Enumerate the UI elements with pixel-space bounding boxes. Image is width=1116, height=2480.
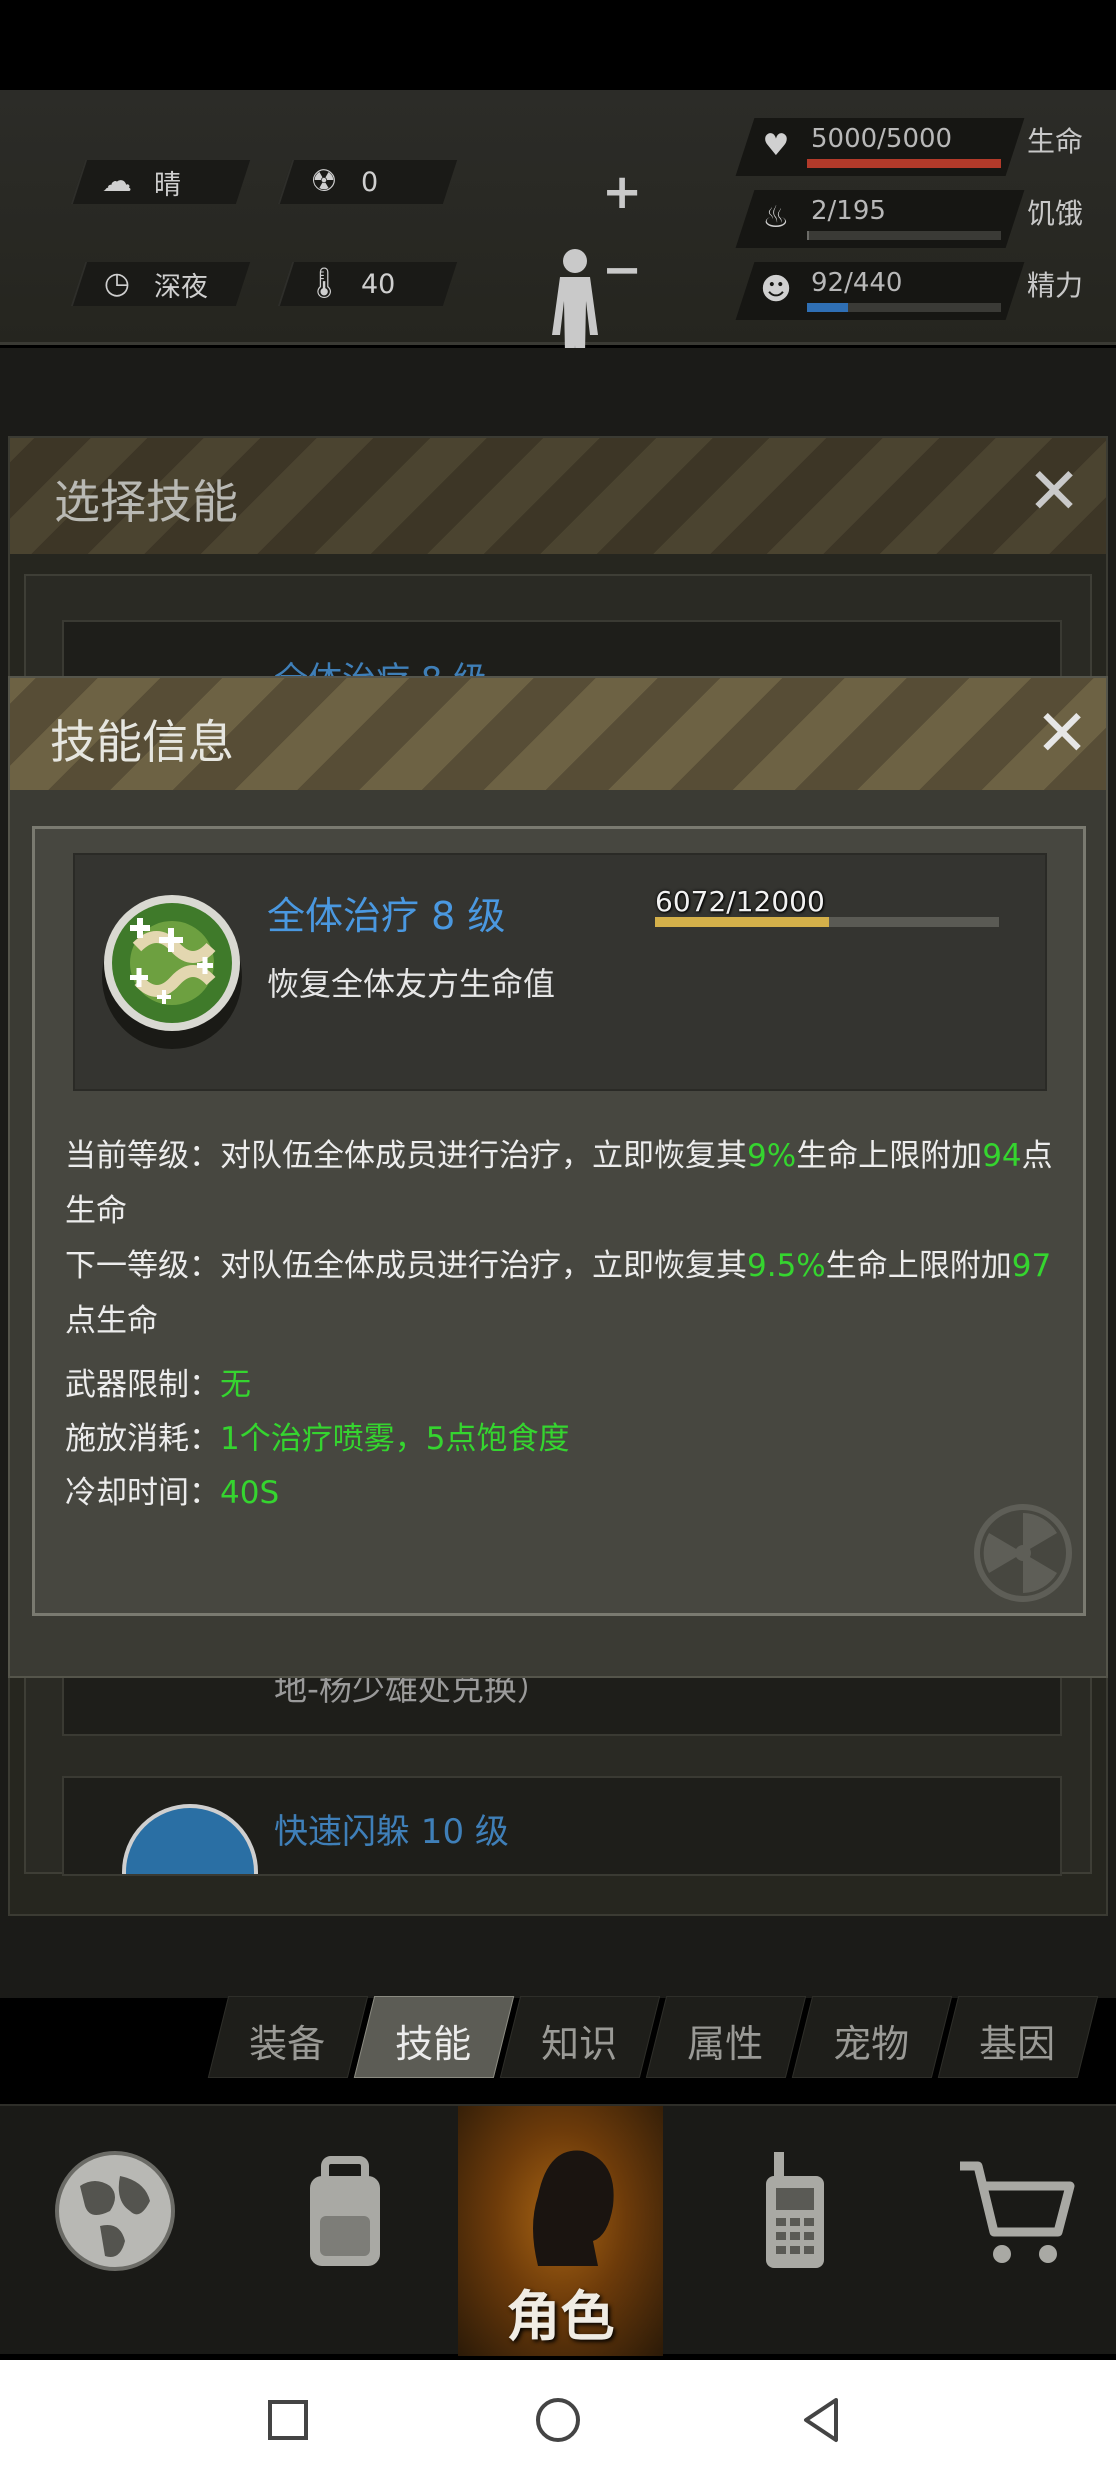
weapon-limit-label: 武器限制： [65, 1367, 220, 1403]
cast-cost-label: 施放消耗： [65, 1421, 220, 1457]
weather-label: 晴 [154, 169, 181, 201]
cast-cost: 施放消耗：1个治疗喷雾，5点饱食度 [65, 1413, 569, 1458]
current-level-mid: 生命上限附加 [796, 1138, 983, 1174]
skill-info-dialog: 技能信息 ✕ 全体治疗 8 级 恢复全体友方生命值 6072/12000 当前等… [8, 676, 1108, 1678]
weapon-limit: 武器限制：无 [65, 1359, 251, 1404]
energy-value: 92/440 [811, 268, 903, 298]
nav-map-button[interactable] [10, 2106, 210, 2356]
backpack-icon [310, 2156, 380, 2266]
next-level-prefix: 下一等级：对队伍全体成员进行治疗，立即恢复其 [65, 1248, 747, 1284]
hunger-bar: ♨ 2/195 饥饿 [735, 190, 1085, 248]
radiation-icon: ☢ [310, 164, 338, 199]
radiation-watermark-icon [974, 1504, 1072, 1602]
time-label: 深夜 [154, 271, 208, 303]
android-navigation-bar [0, 2360, 1116, 2480]
globe-icon [55, 2151, 175, 2271]
close-icon[interactable]: ✕ [1030, 702, 1094, 766]
temperature-indicator: 🌡 40 [277, 262, 458, 306]
tab-genes[interactable]: 基因 [937, 1996, 1099, 2078]
energy-label: 精力 [1027, 269, 1084, 302]
time-indicator: ◷ 深夜 [70, 262, 251, 306]
thermometer-icon: 🌡 [305, 266, 344, 301]
cooldown: 冷却时间：40S [65, 1467, 279, 1512]
tab-label: 知识 [541, 2022, 618, 2066]
player-hud: ☁ 晴 ☢ 0 ◷ 深夜 🌡 40 + − ♥ 5000/5000 生命 ♨ 2… [0, 90, 1116, 405]
heal-all-skill-icon [102, 895, 242, 1049]
hunger-label: 饥饿 [1027, 197, 1084, 230]
dodge-skill-icon [122, 1804, 258, 1874]
recent-apps-icon[interactable] [258, 2390, 318, 2450]
health-value: 5000/5000 [811, 124, 953, 154]
current-level-percent: 9% [747, 1138, 797, 1174]
current-level-prefix: 当前等级：对队伍全体成员进行治疗，立即恢复其 [65, 1138, 747, 1174]
cooldown-label: 冷却时间： [65, 1475, 220, 1511]
minus-icon[interactable]: − [602, 246, 642, 294]
brain-icon: ☻ [760, 272, 792, 307]
cast-cost-value: 1个治疗喷雾，5点饱食度 [220, 1421, 570, 1457]
list-item[interactable]: 快速闪躲 10 级 [62, 1776, 1062, 1876]
current-level-amount: 94 [982, 1138, 1022, 1174]
next-level-description: 下一等级：对队伍全体成员进行治疗，立即恢复其9.5%生命上限附加97 点生命 [65, 1239, 1055, 1349]
nav-character-button[interactable]: 角色 [458, 2106, 663, 2356]
cloud-sun-icon: ☁ [102, 164, 132, 199]
radiation-value: 0 [361, 166, 379, 198]
system-status-bar [0, 0, 1116, 90]
radiation-indicator: ☢ 0 [277, 160, 458, 204]
dialog-header: 选择技能 ✕ [10, 438, 1106, 554]
home-icon[interactable] [528, 2390, 588, 2450]
dialog-header: 技能信息 ✕ [10, 678, 1106, 790]
weapon-limit-value: 无 [220, 1367, 251, 1403]
nav-character-label: 角色 [506, 2285, 615, 2348]
health-bar: ♥ 5000/5000 生命 [735, 118, 1085, 176]
back-icon[interactable] [792, 2390, 852, 2450]
next-level-suffix: 点生命 [65, 1303, 158, 1339]
next-level-mid: 生命上限附加 [825, 1248, 1012, 1284]
tab-pets[interactable]: 宠物 [791, 1996, 953, 2078]
temperature-value: 40 [361, 268, 396, 300]
clock-icon: ◷ [103, 266, 131, 301]
skill-info-panel: 全体治疗 8 级 恢复全体友方生命值 6072/12000 当前等级：对队伍全体… [32, 826, 1086, 1616]
character-head-icon [533, 2150, 614, 2266]
cooldown-value: 40S [220, 1475, 280, 1511]
close-icon[interactable]: ✕ [1022, 460, 1086, 524]
health-label: 生命 [1027, 125, 1084, 158]
next-level-percent: 9.5% [747, 1248, 826, 1284]
plus-icon[interactable]: + [602, 168, 642, 216]
heart-icon: ♥ [762, 128, 790, 163]
weather-indicator: ☁ 晴 [70, 160, 251, 204]
tab-equipment[interactable]: 装备 [207, 1996, 369, 2078]
bottom-navigation: 角色 [0, 2104, 1116, 2356]
tab-label: 基因 [979, 2022, 1056, 2066]
skill-name: 全体治疗 8 级 [267, 894, 506, 938]
tab-label: 宠物 [833, 2022, 910, 2066]
tab-knowledge[interactable]: 知识 [499, 1996, 661, 2078]
shopping-cart-icon [960, 2161, 1075, 2263]
current-level-description: 当前等级：对队伍全体成员进行治疗，立即恢复其9%生命上限附加94点生命 [65, 1129, 1055, 1239]
stomach-icon: ♨ [762, 200, 790, 235]
skill-header: 全体治疗 8 级 恢复全体友方生命值 6072/12000 [73, 853, 1047, 1091]
tab-label: 技能 [395, 2022, 472, 2066]
skill-description: 恢复全体友方生命值 [267, 965, 556, 1003]
dialog-title: 技能信息 [50, 715, 234, 769]
tab-skills[interactable]: 技能 [353, 1996, 515, 2078]
tab-label: 属性 [687, 2022, 764, 2066]
nav-radio-button[interactable] [690, 2106, 890, 2356]
nav-backpack-button[interactable] [240, 2106, 440, 2356]
nav-shop-button[interactable] [910, 2106, 1110, 2356]
list-item-name: 快速闪躲 10 级 [274, 1812, 509, 1852]
tab-label: 装备 [249, 2022, 326, 2066]
hunger-value: 2/195 [811, 196, 886, 226]
radio-icon [766, 2152, 824, 2268]
tab-attributes[interactable]: 属性 [645, 1996, 807, 2078]
energy-bar: ☻ 92/440 精力 [735, 262, 1085, 320]
next-level-amount: 97 [1011, 1248, 1052, 1284]
character-tabs: 装备 技能 知识 属性 宠物 基因 [200, 1996, 1100, 2086]
skill-xp-bar [655, 917, 999, 927]
dialog-title: 选择技能 [54, 475, 238, 529]
skill-xp-text: 6072/12000 [655, 885, 825, 918]
